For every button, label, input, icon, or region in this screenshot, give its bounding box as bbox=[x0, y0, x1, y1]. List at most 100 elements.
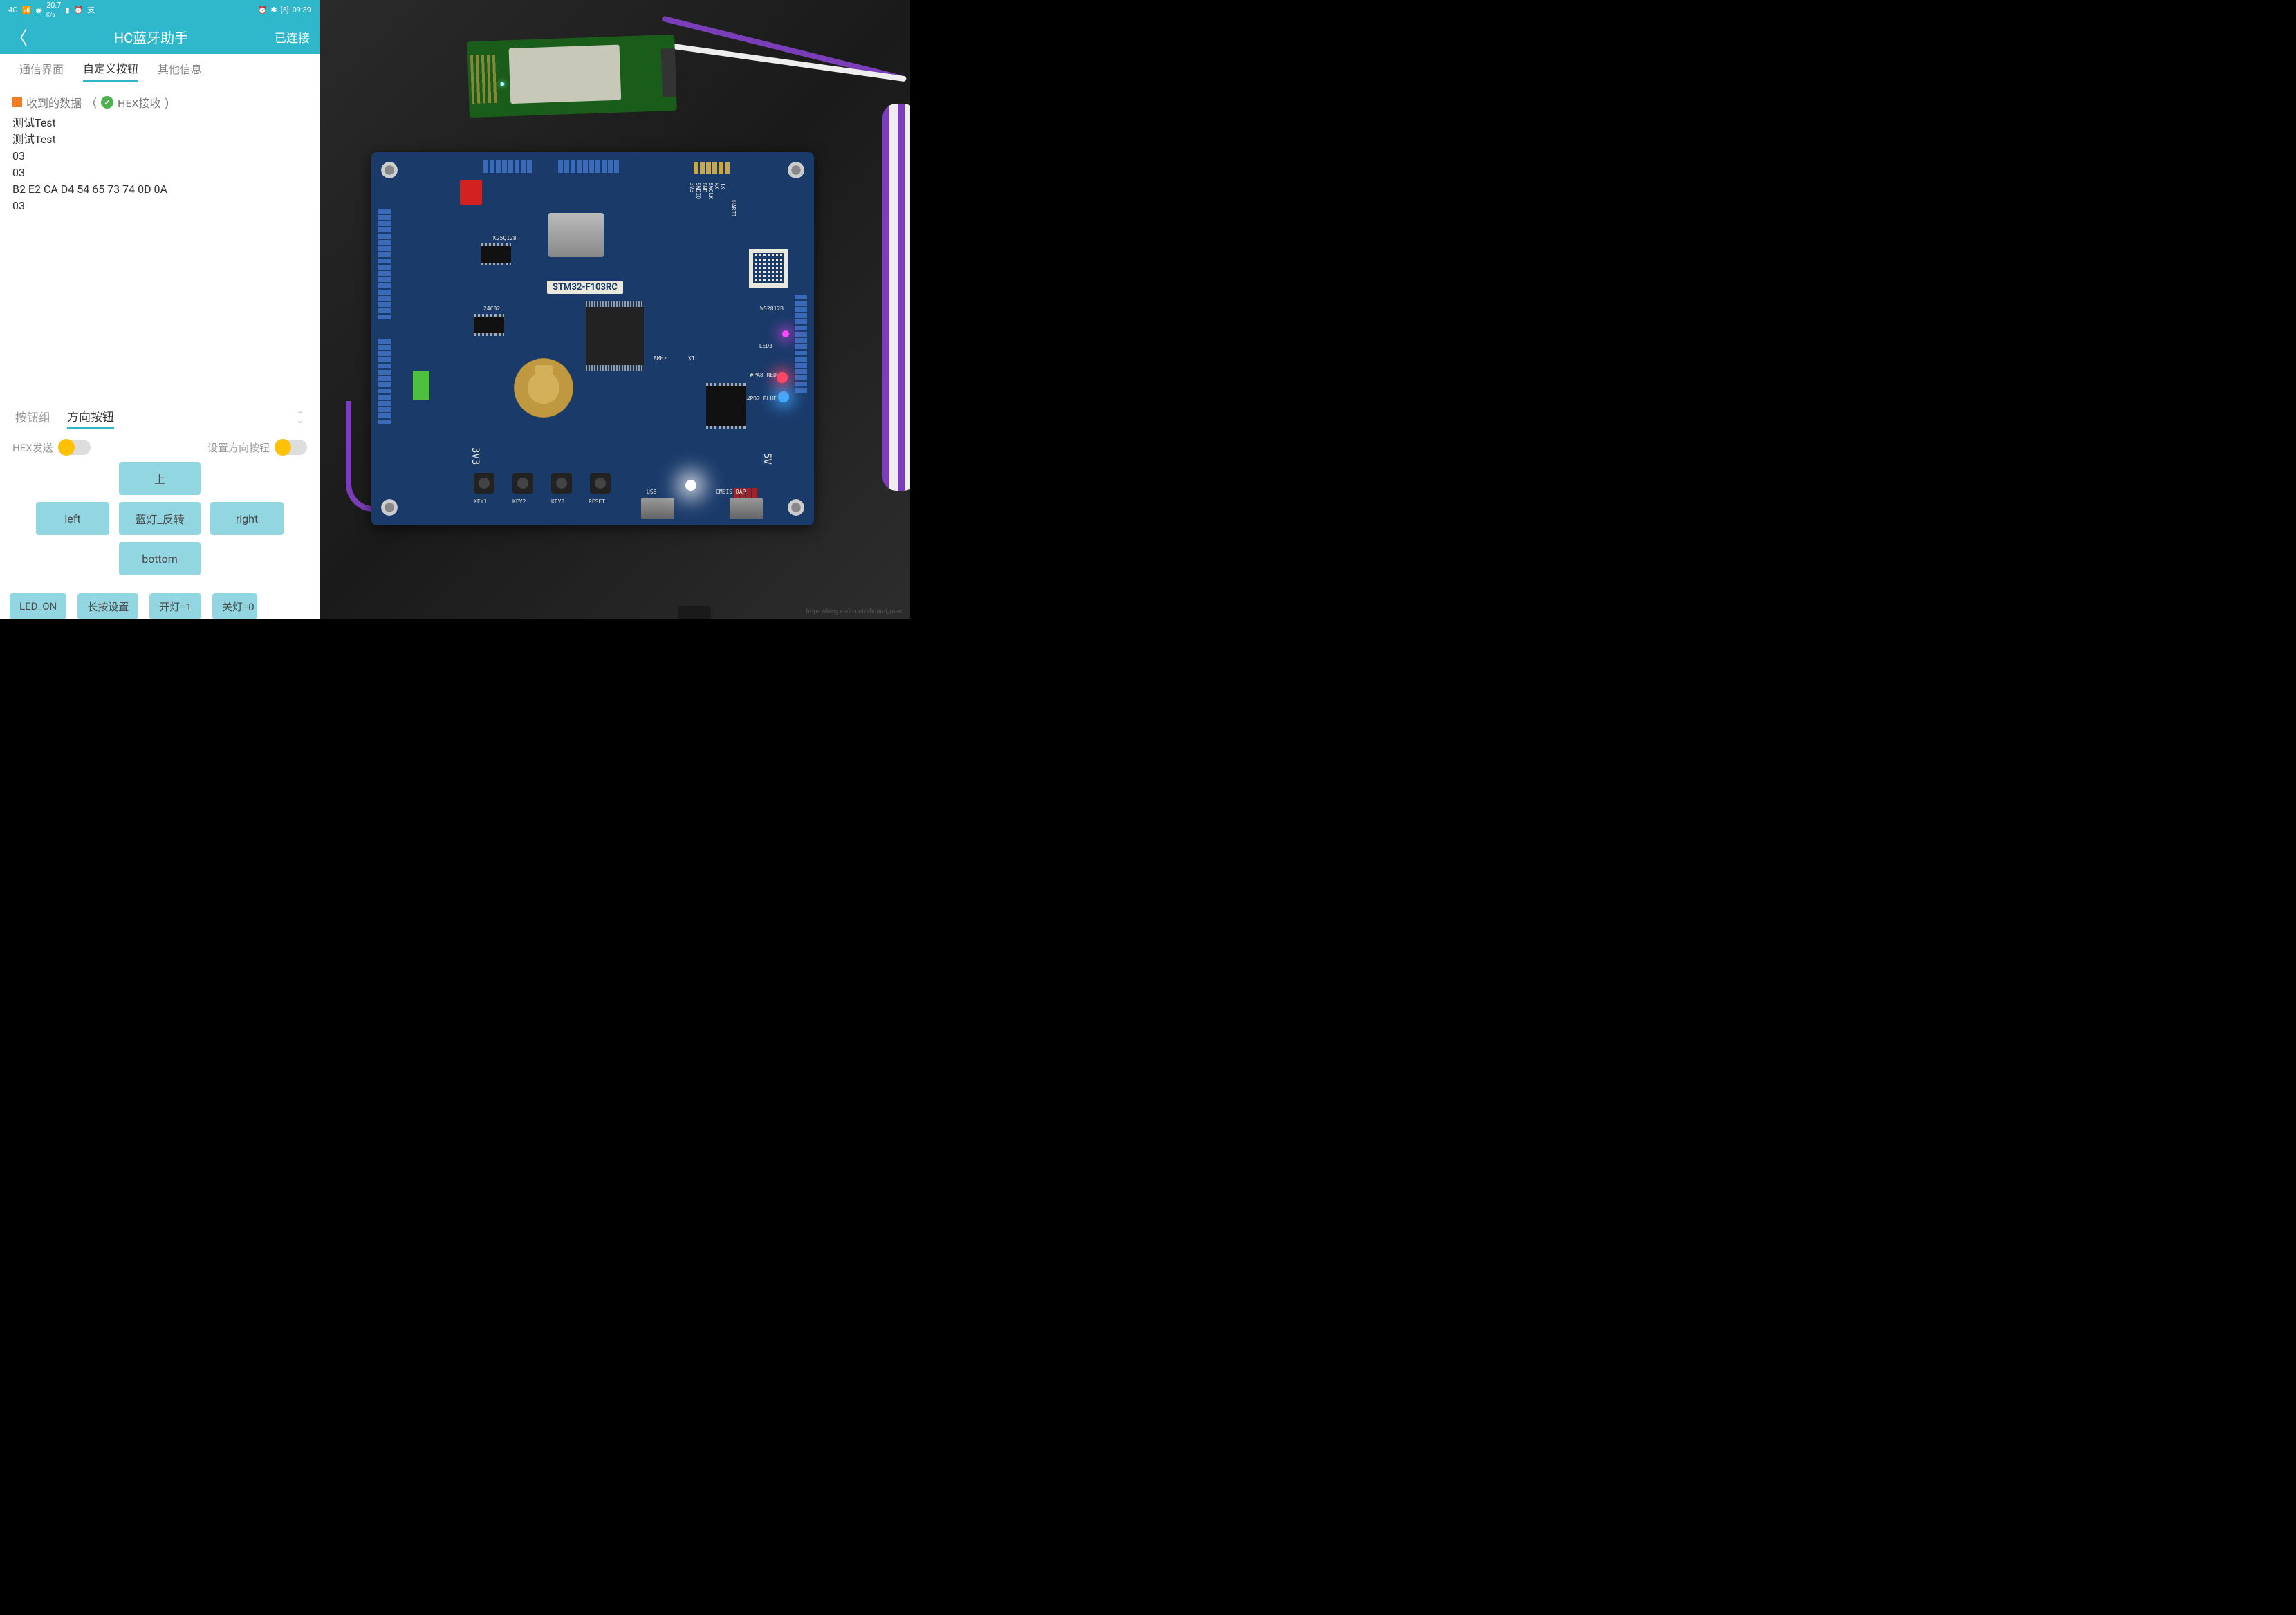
silk-rx: RX bbox=[714, 183, 720, 189]
coin-cell-battery bbox=[514, 358, 573, 418]
clock-time: 09:39 bbox=[293, 6, 311, 15]
mount-hole-icon bbox=[381, 162, 398, 178]
silk-ws2812: WS2812B bbox=[760, 306, 784, 312]
data-line: 测试Test bbox=[12, 115, 307, 131]
arduino-header-top bbox=[483, 160, 532, 173]
red-led-icon bbox=[777, 372, 788, 383]
eeprom-chip bbox=[474, 317, 504, 333]
data-line: 03 bbox=[12, 165, 307, 181]
received-indicator-icon bbox=[12, 97, 22, 107]
tab-other-info[interactable]: 其他信息 bbox=[158, 60, 202, 81]
paren: （ bbox=[86, 94, 97, 111]
silk-8mhz: 8MHz bbox=[654, 355, 667, 362]
bt-pin-header bbox=[661, 48, 676, 97]
arduino-header-top2 bbox=[558, 160, 619, 173]
silk-key3: KEY3 bbox=[551, 498, 564, 505]
silk-3v3-pwr: 3V3 bbox=[470, 447, 481, 465]
bluetooth-icon: ✱ bbox=[270, 6, 277, 15]
silk-gnd: GND bbox=[701, 183, 707, 192]
bt-antenna-icon bbox=[470, 55, 499, 104]
board-photo-panel: STM32-F103RC bbox=[320, 0, 910, 619]
received-data-header: 收到的数据 （ ✓ HEX接收 ) bbox=[0, 87, 320, 113]
expand-chevrons-icon[interactable]: ⌄⌄ bbox=[296, 406, 304, 425]
dpad-left-button[interactable]: left bbox=[36, 502, 109, 535]
dpad-center-button[interactable]: 蓝灯_反转 bbox=[119, 502, 201, 535]
dpad-right-button[interactable]: right bbox=[210, 502, 284, 535]
silk-5v: 5V bbox=[761, 453, 772, 465]
bottom-button-row: LED_ON 长按设置 开灯=1 关灯=0 bbox=[0, 589, 320, 619]
debug-chip bbox=[706, 386, 746, 426]
silk-tx: TX bbox=[720, 183, 726, 189]
flash-chip bbox=[481, 246, 511, 263]
silk-reset: RESET bbox=[589, 498, 605, 505]
connection-status: 已连接 bbox=[275, 28, 310, 46]
silk-3v3: 3V3 bbox=[689, 183, 695, 192]
silk-x1: X1 bbox=[688, 355, 695, 362]
right-header bbox=[795, 295, 807, 393]
signal-bars-icon: 📶 bbox=[22, 6, 32, 15]
alarm-small-icon: ⏰ bbox=[74, 6, 84, 15]
qr-code-icon bbox=[749, 249, 788, 288]
status-left: 4G 📶 ◉ 20.7K/s ▮ ⏰ 支 bbox=[8, 1, 95, 19]
set-direction-label: 设置方向按钮 bbox=[207, 440, 270, 455]
direction-pad: 上 left 蓝灯_反转 right bottom bbox=[0, 462, 320, 589]
tab-comm[interactable]: 通信界面 bbox=[19, 60, 64, 81]
received-label: 收到的数据 bbox=[26, 94, 82, 111]
dev-board: STM32-F103RC bbox=[371, 152, 814, 525]
blue-led-icon bbox=[778, 391, 789, 402]
tab-custom-buttons[interactable]: 自定义按钮 bbox=[83, 59, 138, 82]
usb-port bbox=[641, 498, 674, 519]
silk-swdio: SWDIO bbox=[695, 183, 701, 199]
button-tabs: 按钮组 方向按钮 ⌄⌄ bbox=[0, 402, 320, 431]
battery-small-icon: ▮ bbox=[65, 6, 69, 15]
tab-direction-buttons[interactable]: 方向按钮 bbox=[67, 407, 114, 429]
hex-send-switch[interactable] bbox=[59, 440, 91, 455]
uart-header bbox=[694, 162, 730, 174]
back-arrow-icon[interactable]: 〈 bbox=[10, 24, 28, 50]
green-pin-header bbox=[413, 371, 429, 400]
watermark: https://blog.csdn.net/zhoumi_msn bbox=[806, 608, 902, 615]
mcu-label: STM32-F103RC bbox=[547, 281, 623, 294]
stm32-mcu-chip bbox=[586, 307, 644, 365]
silk-pd2: #PD2 BLUE bbox=[747, 395, 777, 402]
bt-status-led-icon bbox=[500, 82, 504, 86]
silk-cmsis: CMSIS-DAP bbox=[716, 489, 746, 495]
alipay-icon: 支 bbox=[87, 4, 95, 15]
board-photo: STM32-F103RC bbox=[320, 0, 910, 619]
cmsis-dap-port bbox=[730, 498, 763, 519]
light-on-button[interactable]: 开灯=1 bbox=[149, 593, 201, 619]
silk-flash: K25Q128 bbox=[493, 235, 517, 241]
app-title: HC蓝牙助手 bbox=[114, 27, 188, 47]
tab-button-group[interactable]: 按钮组 bbox=[15, 408, 50, 428]
silk-swclk: SWCLK bbox=[707, 183, 714, 199]
set-direction-toggle-group: 设置方向按钮 bbox=[207, 440, 307, 455]
net-speed: 20.7K/s bbox=[46, 1, 61, 19]
data-line: 测试Test bbox=[12, 131, 307, 148]
bt-rf-shield bbox=[509, 45, 622, 104]
key2-button bbox=[512, 473, 533, 494]
light-off-button[interactable]: 关灯=0 bbox=[212, 593, 257, 619]
battery-icon: [5] bbox=[281, 6, 289, 15]
hex-check-icon[interactable]: ✓ bbox=[101, 96, 113, 109]
set-direction-switch[interactable] bbox=[275, 440, 307, 455]
paren-close: ) bbox=[165, 96, 169, 109]
data-line: 03 bbox=[12, 148, 307, 165]
long-press-button[interactable]: 长按设置 bbox=[77, 593, 138, 619]
dpad-up-button[interactable]: 上 bbox=[119, 462, 201, 495]
silk-eeprom: 24C02 bbox=[483, 306, 500, 312]
reset-button bbox=[590, 473, 611, 494]
sd-card-slot bbox=[548, 213, 604, 257]
key1-button bbox=[474, 473, 494, 494]
received-data-body[interactable]: 测试Test 测试Test 03 03 B2 E2 CA D4 54 65 73… bbox=[0, 113, 320, 402]
status-bar: 4G 📶 ◉ 20.7K/s ▮ ⏰ 支 ⏰ ✱ [5] 09:39 bbox=[0, 0, 320, 19]
dpad-down-button[interactable]: bottom bbox=[119, 542, 201, 575]
alarm-icon: ⏰ bbox=[258, 6, 268, 15]
left-header-1 bbox=[378, 209, 391, 319]
silk-led3: LED3 bbox=[759, 343, 772, 349]
hex-receive-label: HEX接收 bbox=[118, 94, 161, 111]
red-jumper-block bbox=[460, 180, 482, 205]
silk-key2: KEY2 bbox=[512, 498, 526, 505]
status-right: ⏰ ✱ [5] 09:39 bbox=[258, 6, 311, 15]
led-on-button[interactable]: LED_ON bbox=[10, 593, 66, 619]
left-header-2 bbox=[378, 339, 391, 424]
